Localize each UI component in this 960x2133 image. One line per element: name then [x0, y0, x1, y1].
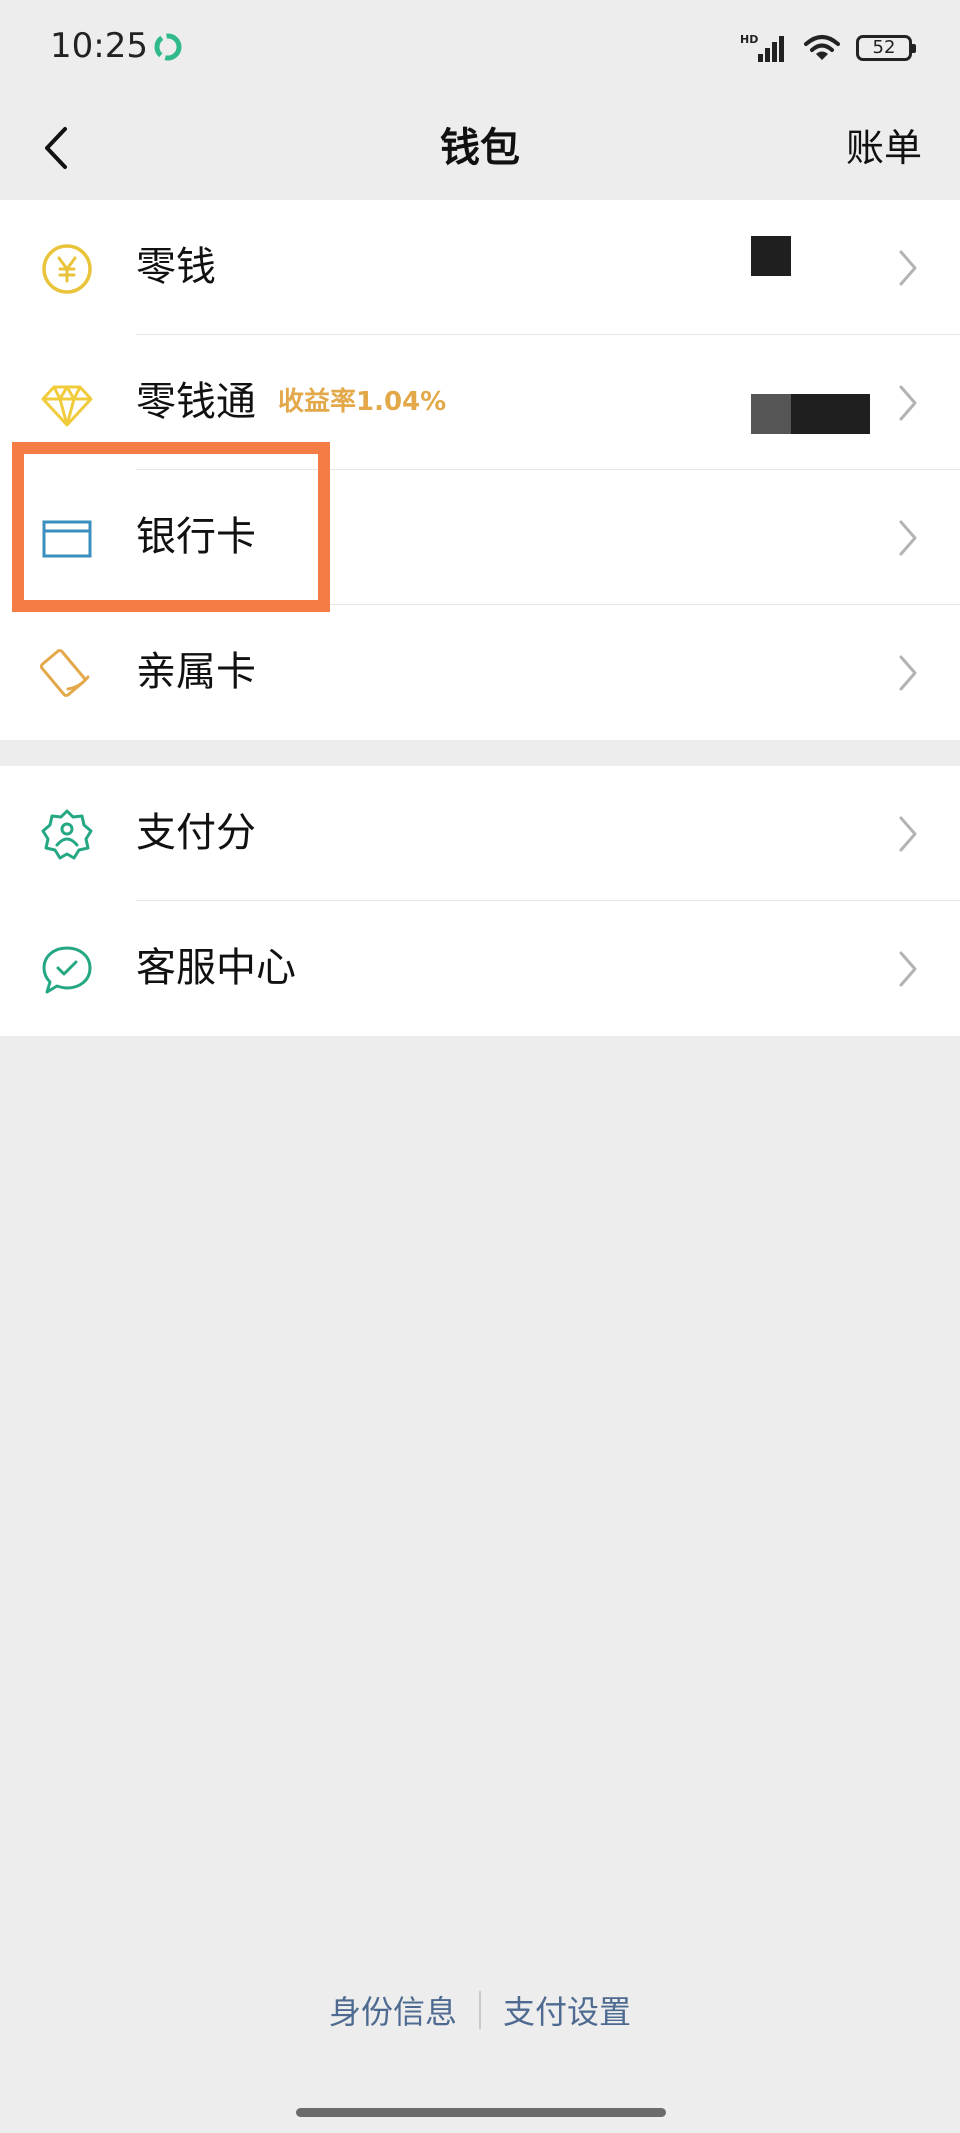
redacted-balance	[791, 394, 870, 434]
back-button[interactable]	[26, 116, 86, 180]
yuan-coin-icon	[42, 244, 92, 294]
diamond-icon	[41, 385, 93, 427]
nav-bar: 钱包 账单	[0, 96, 960, 200]
wallet-list: 零钱 零钱通 收益率1.04% 银行卡 亲属卡	[0, 200, 960, 740]
chevron-left-icon	[45, 127, 67, 169]
list-item-label: 支付分	[136, 810, 256, 856]
list-item-label: 亲属卡	[136, 649, 256, 695]
footer-links: 身份信息 支付设置	[0, 1985, 960, 2035]
bills-button[interactable]: 账单	[846, 116, 922, 180]
redacted-balance	[751, 394, 791, 434]
list-item-customer-service[interactable]: 客服中心	[0, 901, 960, 1036]
yield-rate-badge: 收益率1.04%	[278, 387, 447, 417]
page-title: 钱包	[440, 125, 520, 171]
customer-service-icon	[42, 946, 92, 994]
list-item-lingqiantong[interactable]: 零钱通 收益率1.04%	[0, 335, 960, 470]
redacted-balance	[751, 236, 791, 276]
identity-info-link[interactable]: 身份信息	[307, 1987, 479, 2033]
signal-icon: HD	[740, 33, 784, 62]
list-item-pay-score[interactable]: 支付分	[0, 766, 960, 901]
svg-text:HD: HD	[740, 33, 758, 46]
list-item-label: 零钱	[136, 244, 216, 290]
list-item-label: 零钱通	[136, 379, 256, 425]
list-item-family-card[interactable]: 亲属卡	[0, 605, 960, 740]
services-list: 支付分 客服中心	[0, 766, 960, 1036]
chevron-right-icon	[899, 816, 917, 852]
chevron-right-icon	[899, 520, 917, 556]
pay-score-icon	[41, 809, 93, 860]
payment-settings-link[interactable]: 支付设置	[481, 1987, 653, 2033]
chevron-right-icon	[899, 655, 917, 691]
list-item-bank-card[interactable]: 银行卡	[0, 470, 960, 605]
family-card-icon	[40, 649, 90, 697]
chevron-right-icon	[899, 385, 917, 421]
app-notification-icon	[154, 33, 182, 61]
list-item-change[interactable]: 零钱	[0, 200, 960, 335]
home-indicator[interactable]	[296, 2108, 666, 2117]
chevron-right-icon	[899, 250, 917, 286]
bank-card-icon	[42, 520, 92, 558]
status-indicators: HD 52	[740, 30, 916, 66]
battery-icon: 52	[856, 35, 916, 61]
status-time: 10:25	[50, 26, 148, 66]
wifi-icon	[804, 35, 840, 60]
status-bar: 10:25 HD 52	[0, 0, 960, 96]
list-item-label: 银行卡	[136, 514, 256, 560]
chevron-right-icon	[899, 951, 917, 987]
list-item-label: 客服中心	[136, 945, 296, 991]
